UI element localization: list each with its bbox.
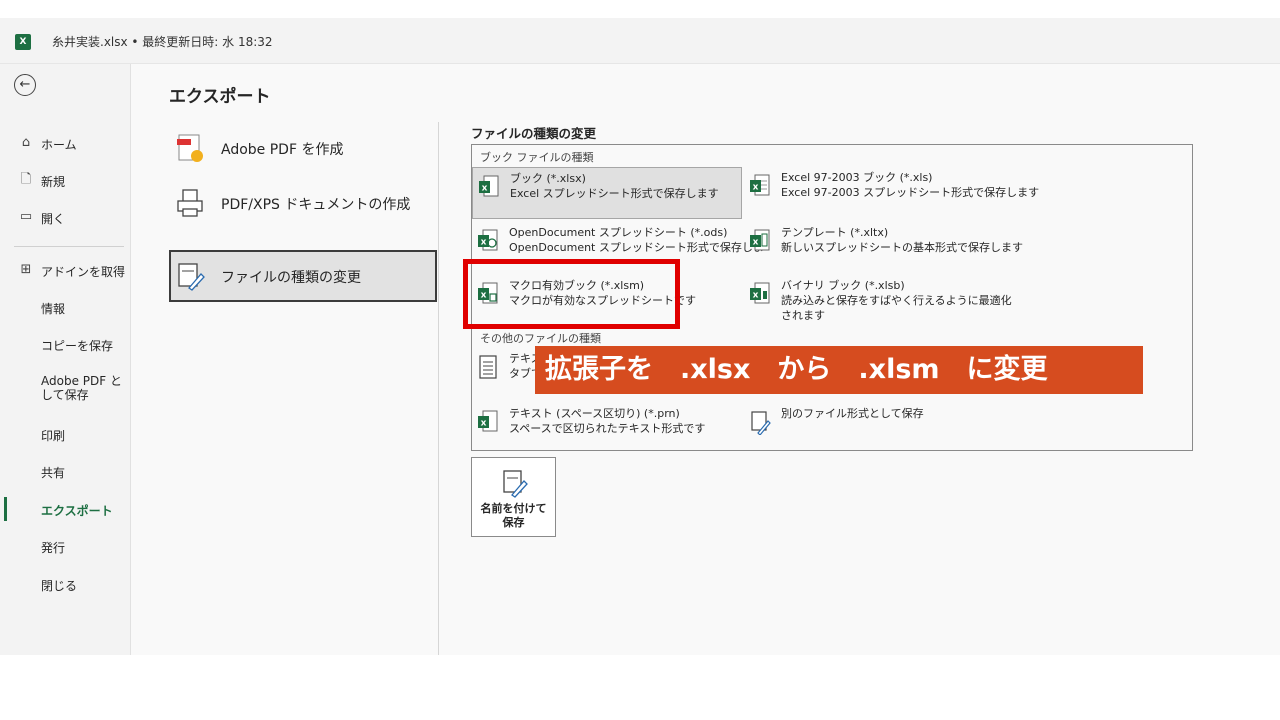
file-type-name: 別のファイル形式として保存 bbox=[781, 407, 924, 420]
excel-legacy-icon: x bbox=[750, 174, 770, 196]
file-type-xlsb[interactable]: x バイナリ ブック (*.xlsb) 読み込みと保存をすばやく行えるように最適… bbox=[744, 275, 1014, 327]
sidebar-item-close[interactable]: 閉じる bbox=[0, 570, 131, 598]
save-as-icon bbox=[503, 470, 528, 498]
export-option-label: ファイルの種類の変更 bbox=[221, 270, 361, 286]
svg-text:x: x bbox=[481, 419, 487, 429]
file-type-name: テキスト (スペース区切り) (*.prn) bbox=[509, 407, 680, 420]
export-option-change-file-type[interactable]: ファイルの種類の変更 bbox=[169, 250, 437, 302]
sidebar-item-save-copy[interactable]: コピーを保存 bbox=[0, 330, 131, 358]
file-type-desc: Excel 97-2003 スプレッドシート形式で保存します bbox=[781, 186, 1040, 199]
excel-template-icon: x bbox=[750, 229, 770, 251]
sidebar-item-label: 共有 bbox=[41, 466, 66, 480]
sidebar-item-label: 開く bbox=[41, 212, 66, 226]
sidebar-item-label: 閉じる bbox=[41, 579, 78, 593]
excel-prn-icon: x bbox=[478, 410, 498, 432]
sidebar-item-label: 新規 bbox=[41, 175, 66, 189]
sidebar-item-label: コピーを保存 bbox=[41, 339, 114, 353]
svg-text:x: x bbox=[482, 184, 488, 194]
sidebar-item-new[interactable]: 🗋 新規 bbox=[0, 166, 131, 194]
sidebar-item-label: Adobe PDF として保存 bbox=[41, 374, 122, 402]
file-type-xltx[interactable]: x テンプレート (*.xltx) 新しいスプレッドシートの基本形式で保存します bbox=[744, 222, 1023, 274]
file-type-desc: Excel スプレッドシート形式で保存します bbox=[510, 187, 719, 200]
file-type-name: テンプレート (*.xltx) bbox=[781, 226, 889, 239]
file-type-name: バイナリ ブック (*.xlsb) bbox=[781, 279, 905, 292]
sidebar-divider bbox=[14, 246, 124, 247]
adobe-pdf-icon bbox=[177, 134, 203, 162]
file-type-prn[interactable]: x テキスト (スペース区切り) (*.prn) スペースで区切られたテキスト形… bbox=[472, 403, 742, 455]
page-title: エクスポート bbox=[169, 87, 271, 107]
sidebar-item-get-addins[interactable]: ⊞ アドインを取得 bbox=[0, 256, 131, 284]
sidebar-item-publish[interactable]: 発行 bbox=[0, 532, 131, 560]
annotation-banner: 拡張子を .xlsx から .xlsm に変更 bbox=[535, 346, 1143, 394]
pdf-xps-icon bbox=[177, 189, 203, 217]
folder-icon: ▭ bbox=[19, 209, 33, 224]
home-icon: ⌂ bbox=[21, 135, 31, 150]
save-other-format-icon bbox=[751, 411, 771, 435]
addin-grid-icon: ⊞ bbox=[20, 262, 32, 277]
file-type-name: OpenDocument スプレッドシート (*.ods) bbox=[509, 226, 728, 239]
export-pane: エクスポート Adobe PDF を作成 PDF/XPS ドキュメントの作成 フ… bbox=[131, 64, 1280, 655]
sidebar-item-info[interactable]: 情報 bbox=[0, 293, 131, 321]
sidebar-item-label: 印刷 bbox=[41, 429, 66, 443]
sidebar-item-print[interactable]: 印刷 bbox=[0, 420, 131, 448]
title-bar: X 糸井実装.xlsx • 最終更新日時: 水 18:32 bbox=[0, 18, 1280, 64]
file-type-desc: 新しいスプレッドシートの基本形式で保存します bbox=[781, 241, 1023, 254]
sidebar-item-save-as-adobe-pdf[interactable]: Adobe PDF として保存 bbox=[0, 371, 131, 411]
sidebar-item-label: アドインを取得 bbox=[41, 265, 126, 279]
sidebar-item-share[interactable]: 共有 bbox=[0, 457, 131, 485]
sidebar-item-label: ホーム bbox=[41, 138, 77, 152]
file-type-desc: スペースで区切られたテキスト形式です bbox=[509, 422, 706, 435]
document-title: 糸井実装.xlsx • 最終更新日時: 水 18:32 bbox=[52, 35, 273, 49]
sidebar-item-open[interactable]: ▭ 開く bbox=[0, 203, 131, 231]
file-type-other-format[interactable]: 別のファイル形式として保存 bbox=[744, 403, 1014, 455]
backstage-sidebar: ← ⌂ ホーム 🗋 新規 ▭ 開く ⊞ アドインを取得 情報 コピーを保存 Ad… bbox=[0, 64, 131, 655]
change-file-type-icon bbox=[178, 263, 205, 291]
save-as-label: 名前を付けて保存 bbox=[480, 502, 547, 529]
svg-text:x: x bbox=[753, 183, 759, 193]
file-type-name: ブック (*.xlsx) bbox=[510, 172, 586, 185]
export-option-label: Adobe PDF を作成 bbox=[221, 142, 344, 158]
file-type-xls[interactable]: x Excel 97-2003 ブック (*.xls) Excel 97-200… bbox=[744, 167, 1039, 219]
excel-binary-icon: x bbox=[750, 282, 770, 304]
export-option-pdf-xps[interactable]: PDF/XPS ドキュメントの作成 bbox=[169, 177, 437, 229]
file-type-desc: OpenDocument スプレッドシート形式で保存しま bbox=[509, 241, 764, 254]
file-type-desc: 読み込みと保存をすばやく行えるように最適化されます bbox=[781, 294, 1012, 322]
excel-backstage-window: X 糸井実装.xlsx • 最終更新日時: 水 18:32 ← ⌂ ホーム 🗋 … bbox=[0, 18, 1280, 655]
sidebar-item-label: エクスポート bbox=[41, 504, 113, 518]
export-option-adobe-pdf[interactable]: Adobe PDF を作成 bbox=[169, 122, 437, 174]
group-title-other: その他のファイルの種類 bbox=[480, 332, 601, 345]
group-title-workbook: ブック ファイルの種類 bbox=[480, 151, 594, 164]
back-arrow-icon[interactable]: ← bbox=[14, 74, 36, 96]
file-type-name: Excel 97-2003 ブック (*.xls) bbox=[781, 171, 933, 184]
svg-text:x: x bbox=[753, 291, 759, 301]
svg-text:x: x bbox=[753, 238, 759, 248]
excel-logo-icon: X bbox=[15, 34, 31, 50]
text-file-icon bbox=[479, 355, 497, 379]
export-option-label: PDF/XPS ドキュメントの作成 bbox=[221, 197, 411, 213]
new-file-icon: 🗋 bbox=[20, 172, 32, 187]
svg-text:x: x bbox=[481, 238, 487, 248]
excel-workbook-icon: x bbox=[479, 175, 499, 197]
column-divider bbox=[438, 122, 439, 655]
highlight-box-xlsm bbox=[463, 259, 680, 329]
sidebar-item-label: 発行 bbox=[41, 541, 66, 555]
sidebar-item-export[interactable]: エクスポート bbox=[0, 495, 131, 523]
opendocument-icon: x bbox=[478, 229, 498, 251]
sidebar-item-home[interactable]: ⌂ ホーム bbox=[0, 129, 131, 157]
save-as-button[interactable]: 名前を付けて保存 bbox=[471, 457, 556, 537]
section-title: ファイルの種類の変更 bbox=[471, 126, 597, 141]
file-type-xlsx[interactable]: x ブック (*.xlsx) Excel スプレッドシート形式で保存します bbox=[472, 167, 742, 219]
sidebar-item-label: 情報 bbox=[41, 302, 66, 316]
